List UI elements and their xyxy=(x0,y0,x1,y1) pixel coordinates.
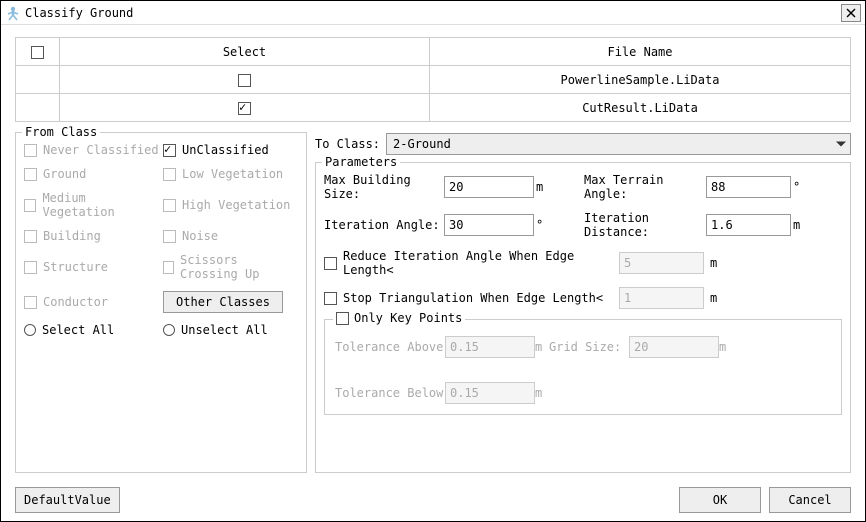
iteration-angle-label: Iteration Angle: xyxy=(324,218,444,232)
chk-ground[interactable]: Ground xyxy=(24,167,159,181)
file-table-header-checkbox[interactable] xyxy=(16,38,60,66)
right-column: To Class: 2-Ground Parameters Max Buildi… xyxy=(315,132,851,473)
close-icon xyxy=(846,8,856,18)
max-terrain-angle-input[interactable]: 88 xyxy=(706,176,791,198)
tolerance-above-label: Tolerance Above xyxy=(335,340,445,354)
to-class-value: 2-Ground xyxy=(393,137,451,151)
tolerance-above-input: 0.15 xyxy=(445,336,535,358)
radio-select-all[interactable]: Select All xyxy=(24,323,159,337)
iteration-angle-input[interactable]: 30 xyxy=(444,214,534,236)
max-building-size-label: Max Building Size: xyxy=(324,173,444,201)
reduce-iter-label: Reduce Iteration Angle When Edge Length< xyxy=(343,249,613,277)
chk-noise[interactable]: Noise xyxy=(163,229,298,243)
iteration-distance-label: Iteration Distance: xyxy=(584,211,706,239)
only-key-points-checkbox[interactable] xyxy=(336,312,349,325)
max-terrain-angle-label: Max Terrain Angle: xyxy=(584,173,706,201)
stop-tri-checkbox[interactable] xyxy=(324,292,337,305)
from-class-fieldset: From Class Never Classified UnClassified… xyxy=(15,132,307,473)
default-value-button[interactable]: DefaultValue xyxy=(15,487,120,513)
cancel-button[interactable]: Cancel xyxy=(769,487,851,513)
file-row-checkbox-0[interactable] xyxy=(60,66,430,94)
max-building-size-input[interactable]: 20 xyxy=(444,176,534,198)
from-class-legend: From Class xyxy=(22,125,100,139)
to-class-row: To Class: 2-Ground xyxy=(315,132,851,156)
grid-size-label: Grid Size: xyxy=(549,340,629,354)
reduce-iter-row: Reduce Iteration Angle When Edge Length<… xyxy=(324,249,842,277)
chk-conductor[interactable]: Conductor xyxy=(24,291,159,313)
radio-unselect-all[interactable]: Unselect All xyxy=(163,323,298,337)
chk-high-vegetation[interactable]: High Vegetation xyxy=(163,191,298,219)
table-row: PowerlineSample.LiData xyxy=(16,66,851,94)
parameters-fieldset: Parameters Max Building Size: 20 m Max T… xyxy=(315,162,851,473)
chevron-down-icon xyxy=(836,142,846,147)
chk-scissors[interactable]: Scissors Crossing Up xyxy=(163,253,298,281)
parameters-legend: Parameters xyxy=(322,155,400,169)
ok-button[interactable]: OK xyxy=(679,487,761,513)
only-key-points-fieldset: Only Key Points Tolerance Above 0.15 m G… xyxy=(324,319,842,415)
body-row: From Class Never Classified UnClassified… xyxy=(15,132,851,473)
tolerance-below-label: Tolerance Below xyxy=(335,386,445,400)
titlebar: Classify Ground xyxy=(1,1,865,25)
stop-tri-row: Stop Triangulation When Edge Length< 1 m xyxy=(324,287,842,309)
window-title: Classify Ground xyxy=(25,6,841,20)
chk-never-classified[interactable]: Never Classified xyxy=(24,143,159,157)
chk-medium-vegetation[interactable]: Medium Vegetation xyxy=(24,191,159,219)
window: Classify Ground Select File Name P xyxy=(0,0,866,522)
file-table-header-filename: File Name xyxy=(430,38,851,66)
only-key-points-legend: Only Key Points xyxy=(333,311,465,325)
reduce-iter-checkbox[interactable] xyxy=(324,257,337,270)
stop-tri-input: 1 xyxy=(619,287,704,309)
tolerance-below-input: 0.15 xyxy=(445,382,535,404)
chk-unclassified[interactable]: UnClassified xyxy=(163,143,298,157)
app-icon xyxy=(5,5,21,21)
file-row-name-0: PowerlineSample.LiData xyxy=(430,66,851,94)
to-class-combo[interactable]: 2-Ground xyxy=(386,133,851,155)
file-table-header-select: Select xyxy=(60,38,430,66)
grid-size-input: 20 xyxy=(629,336,719,358)
chk-low-vegetation[interactable]: Low Vegetation xyxy=(163,167,298,181)
footer: DefaultValue OK Cancel xyxy=(1,483,865,521)
chk-structure[interactable]: Structure xyxy=(24,253,159,281)
iteration-distance-input[interactable]: 1.6 xyxy=(706,214,791,236)
reduce-iter-input: 5 xyxy=(619,252,704,274)
stop-tri-label: Stop Triangulation When Edge Length< xyxy=(343,291,613,305)
file-row-checkbox-1[interactable] xyxy=(60,94,430,122)
table-row: CutResult.LiData xyxy=(16,94,851,122)
file-row-name-1: CutResult.LiData xyxy=(430,94,851,122)
to-class-label: To Class: xyxy=(315,137,380,151)
close-button[interactable] xyxy=(841,4,861,22)
other-classes-button[interactable]: Other Classes xyxy=(163,291,283,313)
file-table: Select File Name PowerlineSample.LiData … xyxy=(15,37,851,122)
chk-building[interactable]: Building xyxy=(24,229,159,243)
content: Select File Name PowerlineSample.LiData … xyxy=(1,25,865,483)
